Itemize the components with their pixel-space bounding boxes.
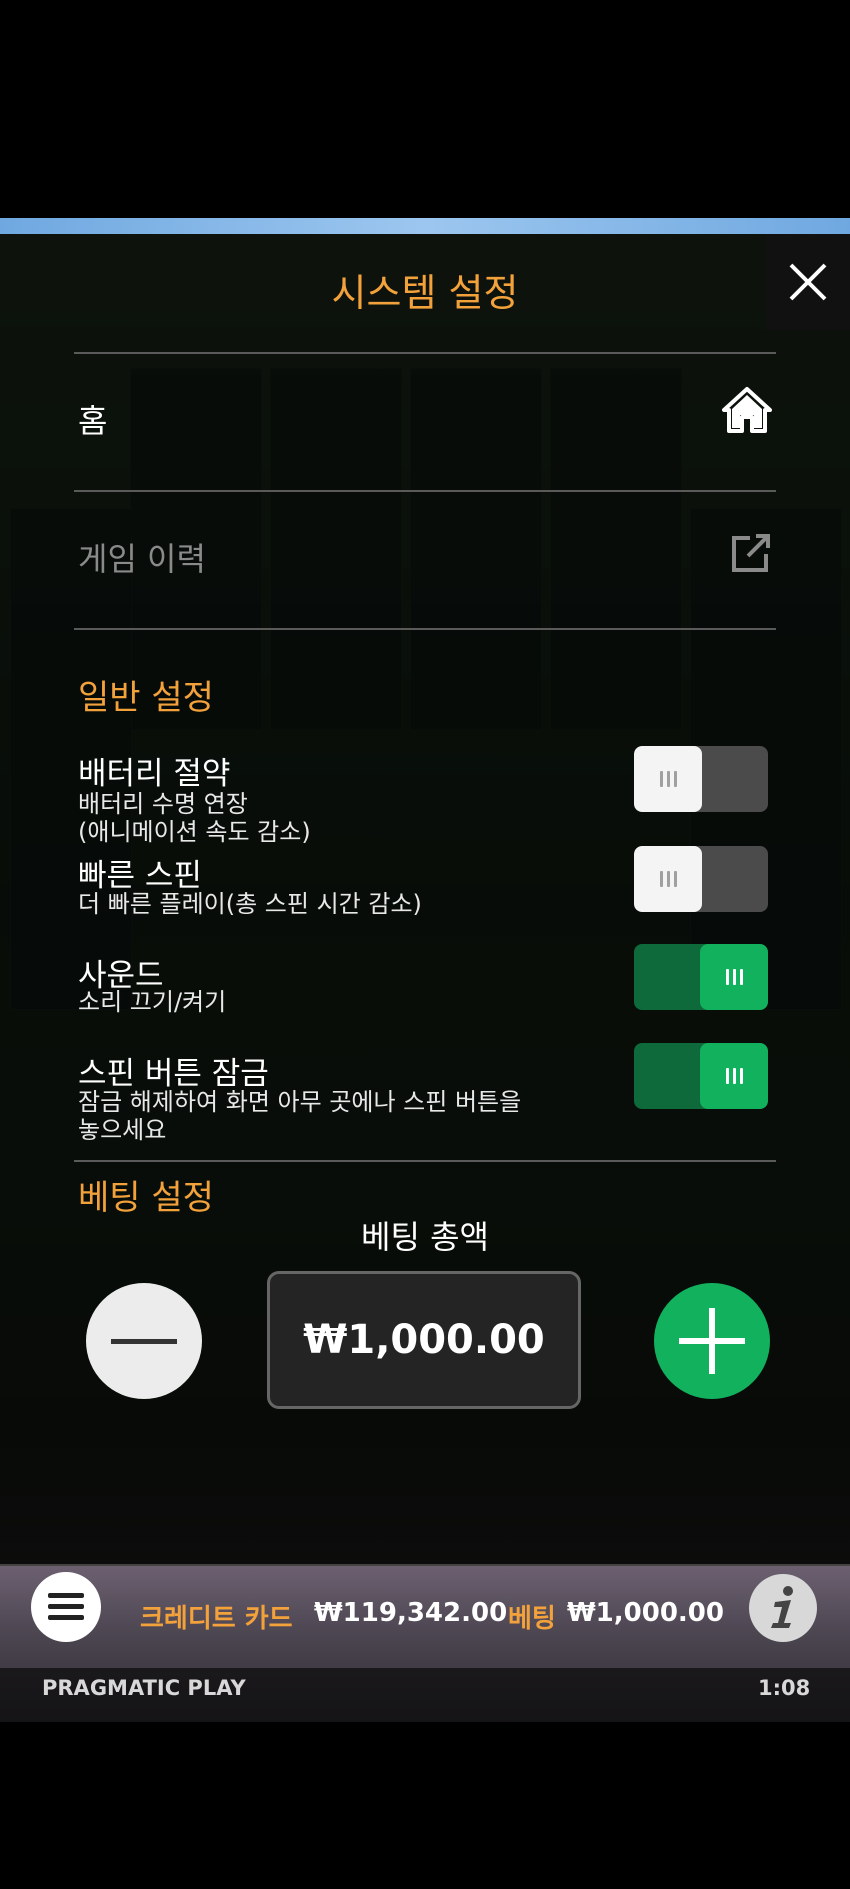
home-button[interactable] <box>722 386 772 434</box>
battery-saver-desc: 배터리 수명 연장 (애니메이션 속도 감소) <box>78 790 311 846</box>
total-bet-label: 베팅 총액 <box>361 1218 489 1256</box>
game-history-button[interactable] <box>730 532 772 574</box>
credit-label: 크레디트 카드 <box>140 1604 293 1634</box>
sound-toggle[interactable] <box>634 944 768 1010</box>
quick-spin-desc: 더 빠른 플레이(총 스핀 시간 감소) <box>78 890 422 918</box>
info-icon <box>771 1586 793 1628</box>
game-history-link[interactable]: 게임 이력 <box>78 534 206 580</box>
toggle-grip-icon <box>725 1068 743 1084</box>
dialog-title: 시스템 설정 <box>331 271 519 315</box>
quick-spin-toggle[interactable] <box>634 846 768 912</box>
menu-icon <box>48 1593 84 1620</box>
credit-value: ₩119,342.00 <box>314 1598 508 1628</box>
toggle-grip-icon <box>659 871 677 887</box>
bet-label: 베팅 <box>508 1604 556 1634</box>
spin-lock-toggle[interactable] <box>634 1043 768 1109</box>
info-button[interactable] <box>749 1574 817 1642</box>
menu-button[interactable] <box>31 1572 101 1642</box>
divider <box>74 628 776 630</box>
spin-lock-title: 스핀 버튼 잠금 <box>78 1056 269 1092</box>
general-settings-title: 일반 설정 <box>78 678 214 718</box>
decrease-bet-button[interactable] <box>86 1283 202 1399</box>
home-link[interactable]: 홈 <box>78 396 107 442</box>
toggle-grip-icon <box>659 771 677 787</box>
spin-lock-desc: 잠금 해제하여 화면 아무 곳에나 스핀 버튼을 놓으세요 <box>78 1088 522 1144</box>
bet-value: ₩1,000.00 <box>567 1598 724 1628</box>
sky-strip <box>0 218 850 234</box>
sound-desc: 소리 끄기/켜기 <box>78 988 227 1016</box>
clock: 1:08 <box>758 1676 811 1700</box>
divider <box>74 490 776 492</box>
toggle-grip-icon <box>725 969 743 985</box>
quick-spin-title: 빠른 스핀 <box>78 858 202 894</box>
home-icon <box>722 387 772 433</box>
minus-icon <box>111 1339 177 1344</box>
battery-saver-toggle[interactable] <box>634 746 768 812</box>
plus-icon <box>679 1308 745 1374</box>
external-link-icon <box>732 534 770 572</box>
divider <box>74 352 776 354</box>
battery-saver-title: 배터리 절약 <box>78 756 231 792</box>
divider <box>74 1160 776 1162</box>
brand-logo: PRAGMATIC PLAY <box>42 1676 246 1700</box>
total-bet-value: ₩1,000.00 <box>267 1271 581 1409</box>
increase-bet-button[interactable] <box>654 1283 770 1399</box>
